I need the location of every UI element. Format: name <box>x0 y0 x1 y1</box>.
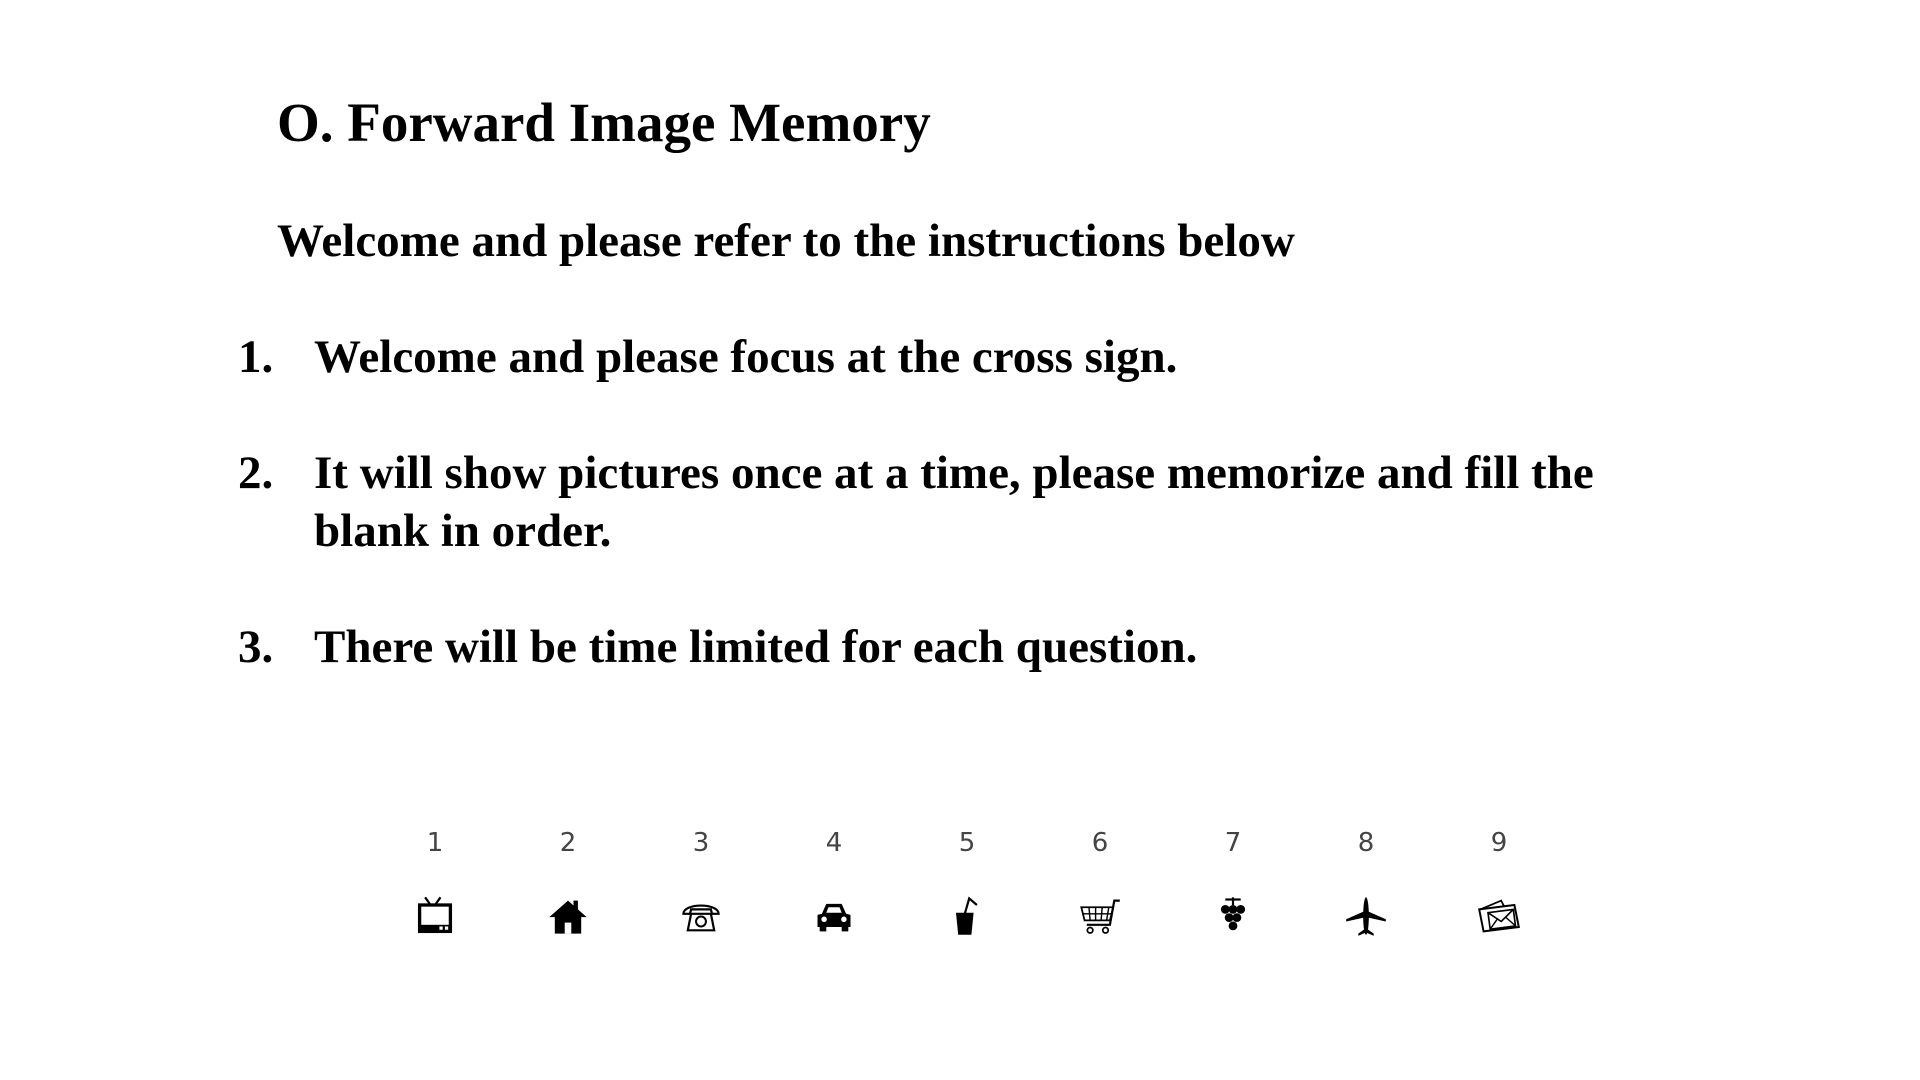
drink-cup-icon <box>956 896 978 935</box>
icon-number: 5 <box>958 828 976 858</box>
instruction-step: 3. There will be time limited for each q… <box>238 618 1708 676</box>
step-text: It will show pictures once at a time, pl… <box>314 447 1594 557</box>
airplane-icon <box>1346 897 1386 936</box>
icon-item: 9 <box>1464 826 1534 938</box>
icon-item: 6 <box>1065 826 1135 938</box>
tv-icon <box>417 896 453 934</box>
icon-number: 4 <box>825 828 843 858</box>
icon-item: 7 <box>1198 826 1268 938</box>
icon-number: 7 <box>1224 828 1242 858</box>
instruction-step: 1. Welcome and please focus at the cross… <box>238 328 1708 386</box>
icon-item: 8 <box>1331 826 1401 938</box>
shopping-cart-icon <box>1080 899 1120 934</box>
house-icon <box>549 900 587 934</box>
icon-item: 5 <box>932 826 1002 938</box>
grapes-icon <box>1220 897 1246 931</box>
telephone-icon <box>682 904 720 932</box>
step-text: Welcome and please focus at the cross si… <box>314 331 1178 383</box>
instruction-list: 1. Welcome and please focus at the cross… <box>238 328 1708 734</box>
car-icon <box>817 903 851 932</box>
icon-item: 4 <box>799 826 869 938</box>
icon-item: 3 <box>666 826 736 938</box>
icon-item: 2 <box>533 826 603 938</box>
mail-envelope-icon <box>1478 899 1520 933</box>
icon-number: 2 <box>559 828 577 858</box>
icon-number: 3 <box>692 828 710 858</box>
icon-legend: 1 2 3 4 5 6 7 8 9 <box>400 826 1560 946</box>
icon-number: 1 <box>426 828 444 858</box>
slide: O. Forward Image Memory Welcome and plea… <box>0 0 1920 1080</box>
icon-number: 9 <box>1490 828 1508 858</box>
step-number: 3. <box>238 621 274 673</box>
icon-number: 6 <box>1091 828 1109 858</box>
slide-title: O. Forward Image Memory <box>277 92 931 153</box>
instruction-step: 2. It will show pictures once at a time,… <box>238 444 1708 560</box>
step-number: 2. <box>238 447 274 499</box>
step-text: There will be time limited for each ques… <box>314 621 1198 673</box>
icon-number: 8 <box>1357 828 1375 858</box>
icon-item: 1 <box>400 826 470 938</box>
slide-subtitle: Welcome and please refer to the instruct… <box>277 215 1295 267</box>
step-number: 1. <box>238 331 274 383</box>
